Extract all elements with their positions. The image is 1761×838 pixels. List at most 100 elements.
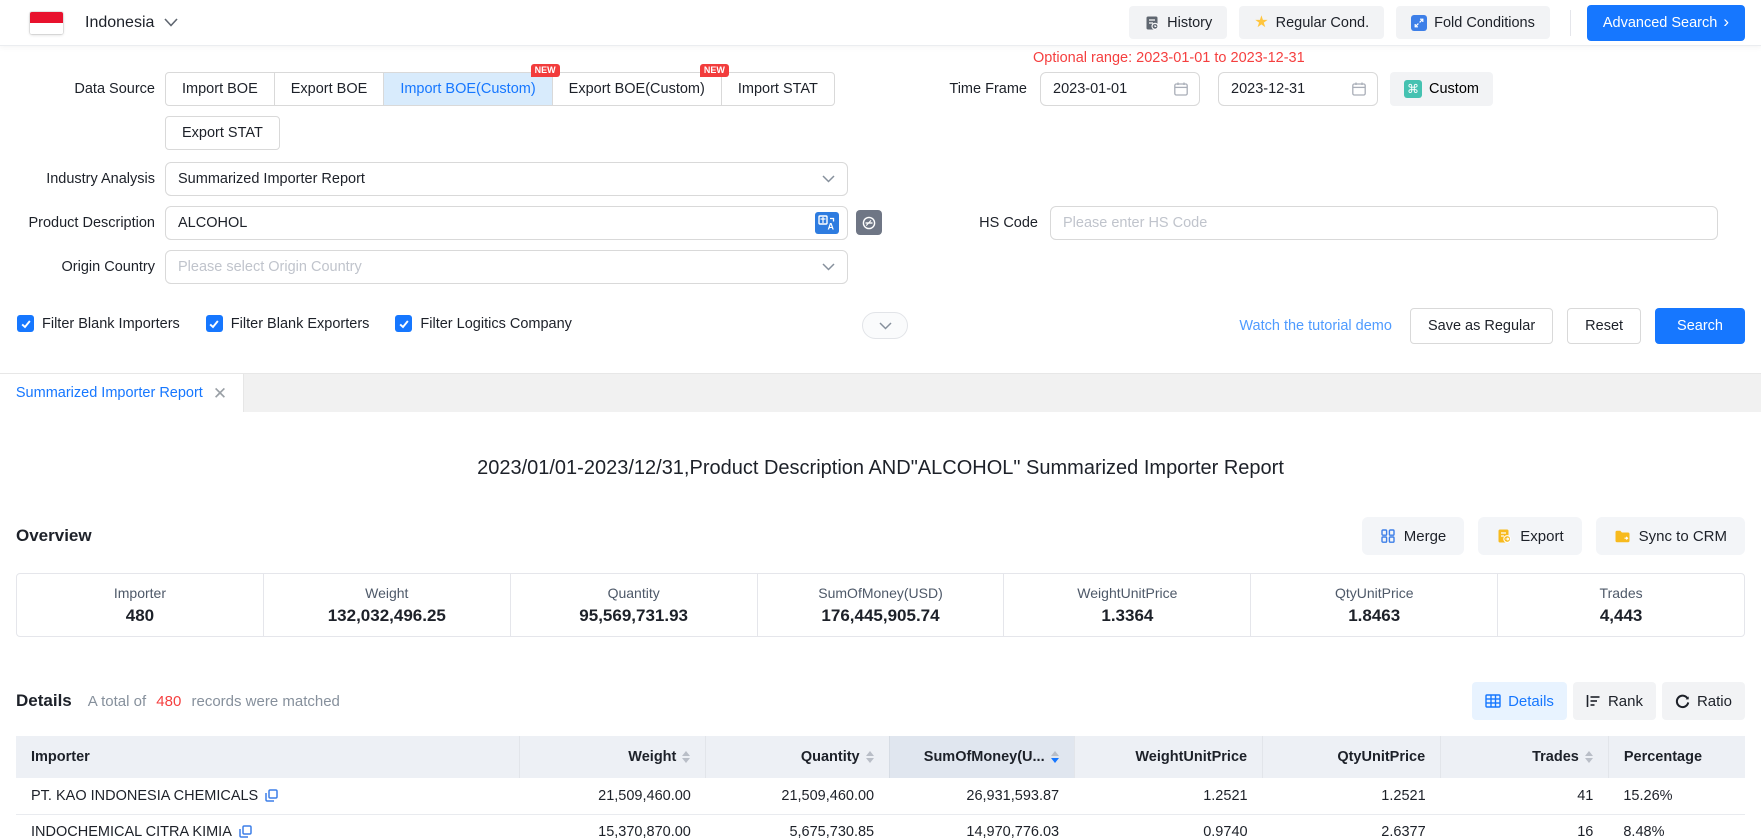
col-label: WeightUnitPrice (1135, 749, 1247, 765)
regular-cond-button[interactable]: ★ Regular Cond. (1239, 6, 1384, 39)
filter-blank-exporters-checkbox[interactable]: Filter Blank Exporters (206, 315, 370, 332)
copy-icon[interactable] (239, 825, 252, 838)
tab-export-stat[interactable]: Export STAT (165, 116, 280, 150)
merge-label: Merge (1404, 528, 1447, 545)
svg-text:A: A (828, 222, 835, 232)
hs-code-input[interactable] (1050, 206, 1718, 240)
advanced-search-button[interactable]: Advanced Search › (1587, 5, 1745, 41)
stat-label: SumOfMoney(USD) (818, 585, 942, 601)
save-as-regular-button[interactable]: Save as Regular (1410, 308, 1553, 344)
tutorial-link[interactable]: Watch the tutorial demo (1239, 318, 1392, 334)
export-button[interactable]: Export (1478, 517, 1581, 555)
stat-value: 176,445,905.74 (821, 606, 939, 626)
col-trades: Trades (1441, 736, 1609, 778)
history-icon (1144, 15, 1160, 31)
sort-icon[interactable] (1051, 751, 1059, 763)
chevron-down-icon (164, 18, 178, 27)
table-header-row: Importer Weight Quantity SumOfMoney(U...… (16, 736, 1745, 778)
view-details-button[interactable]: Details (1472, 682, 1567, 720)
details-heading: Details (16, 691, 72, 711)
history-button[interactable]: History (1129, 6, 1227, 39)
filter-label: Filter Logitics Company (420, 316, 572, 332)
country-picker[interactable]: Indonesia (16, 12, 178, 34)
origin-country-label: Origin Country (5, 250, 155, 284)
view-details-label: Details (1508, 693, 1554, 710)
sort-icon[interactable] (866, 751, 874, 763)
checkbox-checked-icon (206, 315, 223, 332)
col-label: Weight (628, 749, 676, 765)
ratio-icon (1675, 694, 1690, 709)
filter-blank-importers-checkbox[interactable]: Filter Blank Importers (17, 315, 180, 332)
tab-import-boe[interactable]: Import BOE (165, 72, 275, 106)
calendar-icon[interactable] (1173, 81, 1189, 97)
custom-range-button[interactable]: ⌘ Custom (1390, 72, 1493, 106)
table-icon (1485, 694, 1501, 708)
col-label: Importer (31, 749, 90, 765)
tab-export-boe[interactable]: Export BOE (274, 72, 385, 106)
checkbox-checked-icon (395, 315, 412, 332)
fold-conditions-label: Fold Conditions (1434, 15, 1535, 31)
origin-country-select[interactable]: Please select Origin Country (165, 250, 848, 284)
tab-summarized-importer-report[interactable]: Summarized Importer Report ✕ (0, 374, 244, 412)
close-icon[interactable]: ✕ (213, 385, 227, 402)
importer-name-link[interactable]: PT. KAO INDONESIA CHEMICALS (31, 788, 258, 804)
date-start-input[interactable]: 2023-01-01 (1040, 72, 1200, 106)
date-end-input[interactable]: 2023-12-31 (1218, 72, 1378, 106)
synonym-icon[interactable] (856, 210, 882, 235)
col-weight: Weight (519, 736, 706, 778)
reset-button[interactable]: Reset (1567, 308, 1641, 344)
translate-icon[interactable]: A (815, 212, 839, 234)
cell-quantity: 21,509,460.00 (706, 778, 889, 814)
matched-records-text: A total of 480 records were matched (88, 693, 340, 710)
col-sum-of-money: SumOfMoney(U... (889, 736, 1074, 778)
stat-label: Importer (114, 585, 166, 601)
cell-sum-of-money: 26,931,593.87 (889, 778, 1074, 814)
new-badge: NEW (700, 64, 729, 77)
importer-name-link[interactable]: INDOCHEMICAL CITRA KIMIA (31, 824, 232, 838)
view-rank-button[interactable]: Rank (1573, 682, 1656, 720)
stat-weight-unit-price: WeightUnitPrice1.3364 (1003, 574, 1250, 636)
star-icon: ★ (1254, 15, 1268, 31)
col-quantity: Quantity (706, 736, 889, 778)
search-button[interactable]: Search (1655, 308, 1745, 344)
stat-quantity: Quantity95,569,731.93 (510, 574, 757, 636)
product-description-input[interactable] (165, 206, 848, 240)
overview-stats: Importer480 Weight132,032,496.25 Quantit… (16, 573, 1745, 637)
fold-conditions-button[interactable]: Fold Conditions (1396, 6, 1550, 39)
col-importer: Importer (16, 736, 519, 778)
sync-to-crm-button[interactable]: Sync to CRM (1596, 517, 1745, 555)
tab-import-stat[interactable]: Import STAT (721, 72, 835, 106)
tab-export-boe-custom[interactable]: Export BOE(Custom)NEW (552, 72, 722, 106)
expand-conditions-button[interactable] (862, 312, 908, 339)
sort-icon[interactable] (1585, 751, 1593, 763)
copy-icon[interactable] (265, 789, 278, 802)
sync-to-crm-label: Sync to CRM (1639, 528, 1727, 545)
view-ratio-button[interactable]: Ratio (1662, 682, 1745, 720)
stat-label: Trades (1600, 585, 1643, 601)
regular-cond-label: Regular Cond. (1276, 15, 1370, 31)
cell-weight-unit-price: 0.9740 (1074, 814, 1262, 838)
hs-code-label: HS Code (898, 206, 1038, 240)
stat-trades: Trades4,443 (1497, 574, 1744, 636)
calendar-icon[interactable] (1351, 81, 1367, 97)
merge-icon (1380, 528, 1396, 544)
filter-logistics-company-checkbox[interactable]: Filter Logitics Company (395, 315, 572, 332)
stat-sum-of-money: SumOfMoney(USD) 176,445,905.74 (757, 574, 1004, 636)
tab-label: Import BOE(Custom) (400, 81, 535, 97)
col-qty-unit-price: QtyUnitPrice (1263, 736, 1441, 778)
industry-analysis-select[interactable]: Summarized Importer Report (165, 162, 848, 196)
matched-suffix: records were matched (192, 693, 340, 710)
cell-quantity: 5,675,730.85 (706, 814, 889, 838)
stat-weight: Weight132,032,496.25 (263, 574, 510, 636)
sort-icon[interactable] (682, 751, 690, 763)
indonesia-flag-icon (30, 12, 63, 34)
topbar: Indonesia History ★ Regular Cond. Fold C… (0, 0, 1761, 46)
result-tab-strip: Summarized Importer Report ✕ (0, 373, 1761, 412)
cell-weight: 15,370,870.00 (519, 814, 706, 838)
cell-qty-unit-price: 1.2521 (1263, 778, 1441, 814)
col-weight-unit-price: WeightUnitPrice (1074, 736, 1262, 778)
merge-button[interactable]: Merge (1362, 517, 1465, 555)
cell-weight-unit-price: 1.2521 (1074, 778, 1262, 814)
tab-import-boe-custom[interactable]: Import BOE(Custom)NEW (383, 72, 552, 106)
cell-qty-unit-price: 2.6377 (1263, 814, 1441, 838)
